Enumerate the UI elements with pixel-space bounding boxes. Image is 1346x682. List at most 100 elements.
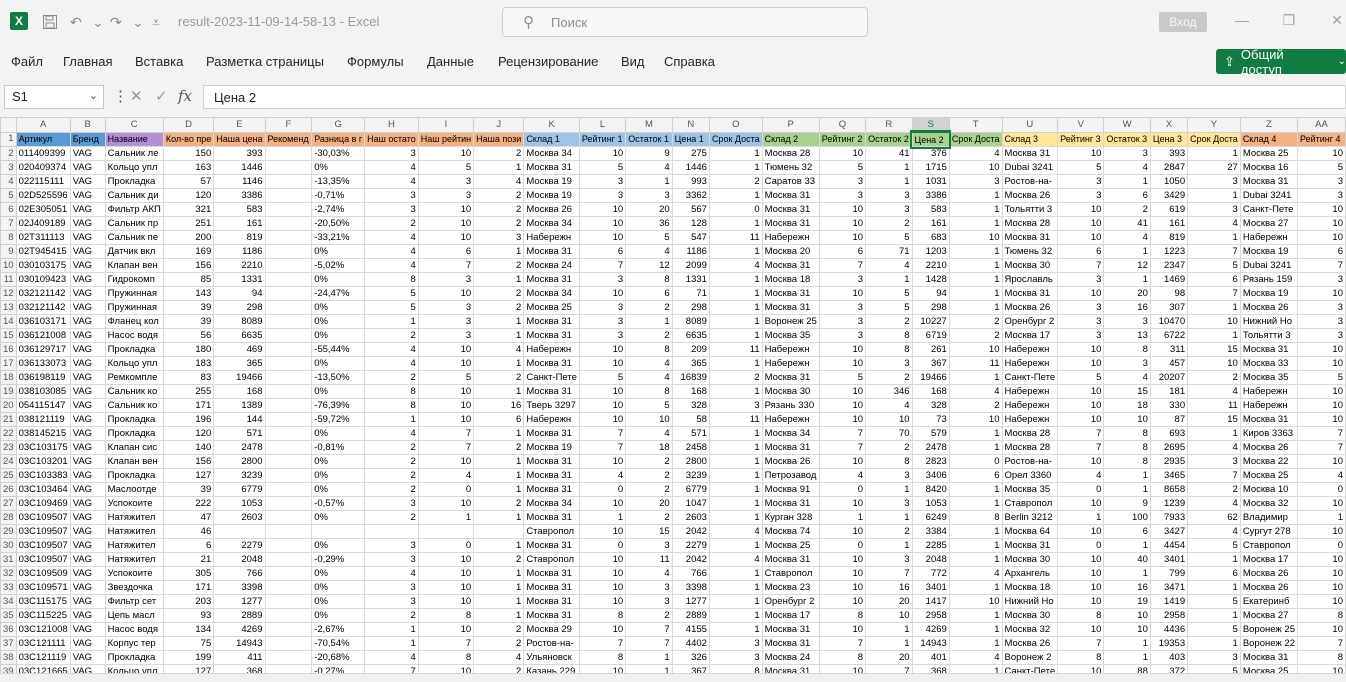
row-header[interactable]: 39 <box>0 664 17 673</box>
cell[interactable]: Ростов-на- <box>523 636 580 651</box>
cell[interactable]: 2 <box>473 440 525 455</box>
cell[interactable]: 1 <box>1103 468 1151 483</box>
restore-icon[interactable]: ❐ <box>1279 12 1299 32</box>
cell[interactable]: 10 <box>625 412 673 427</box>
cell[interactable]: 367 <box>671 664 710 673</box>
cell[interactable]: 02J409189 <box>15 216 71 231</box>
cell[interactable]: Москва 31 <box>1239 342 1298 357</box>
cell[interactable] <box>264 286 313 301</box>
cell[interactable]: 2 <box>625 300 673 315</box>
cell[interactable] <box>264 650 313 665</box>
cell[interactable]: Тюмень 32 <box>761 160 820 175</box>
cell[interactable]: 140 <box>162 440 215 455</box>
cell[interactable]: Пружинная <box>104 300 164 315</box>
share-button[interactable]: ⇪ Общий доступ ⌄ <box>1216 47 1346 77</box>
cell[interactable]: 4 <box>364 650 419 665</box>
cell[interactable]: Москва 26 <box>1239 566 1298 581</box>
cell[interactable]: 1 <box>865 510 913 525</box>
cell[interactable]: 20 <box>625 202 673 217</box>
cell[interactable]: 1 <box>865 272 913 287</box>
cell[interactable]: 14943 <box>911 636 950 651</box>
cell[interactable]: 8 <box>1103 342 1151 357</box>
header-cell[interactable]: Рейтинг 3 <box>1057 131 1105 147</box>
row-header[interactable]: 29 <box>0 524 17 539</box>
cell[interactable]: Москва 25 <box>1239 664 1298 673</box>
cell[interactable]: -0,27% <box>311 664 366 673</box>
cell[interactable]: 10 <box>578 622 627 637</box>
cell[interactable]: 6635 <box>671 328 710 343</box>
cell[interactable]: 6249 <box>911 510 950 525</box>
cell[interactable]: 261 <box>911 342 950 357</box>
cell[interactable]: 5 <box>417 160 475 175</box>
cell[interactable]: 038121119 <box>15 412 71 427</box>
cell[interactable]: 3 <box>417 188 475 203</box>
row-header[interactable]: 16 <box>0 342 17 357</box>
cell[interactable]: 7 <box>625 636 673 651</box>
cell[interactable]: 0 <box>1296 538 1346 553</box>
cell[interactable]: 3398 <box>671 580 710 595</box>
cell[interactable]: 0% <box>311 468 366 483</box>
cell[interactable]: 5 <box>1187 664 1241 673</box>
cell[interactable]: Москва 28 <box>761 146 820 161</box>
cell[interactable]: Тольятти 3 <box>1239 328 1298 343</box>
cell[interactable]: 3 <box>625 594 673 609</box>
cell[interactable]: 10 <box>1057 356 1105 371</box>
cell[interactable] <box>264 188 313 203</box>
cell[interactable]: Ставропол <box>1239 538 1298 553</box>
cell[interactable]: 298 <box>671 300 710 315</box>
cell[interactable]: Москва 20 <box>761 244 820 259</box>
cell[interactable]: 1 <box>948 636 1003 651</box>
cell[interactable]: Москва 19 <box>1239 286 1298 301</box>
cell[interactable]: Москва 31 <box>523 510 580 525</box>
cell[interactable]: -20,50% <box>311 216 366 231</box>
cell[interactable]: 10 <box>578 412 627 427</box>
cell[interactable]: 1277 <box>213 594 266 609</box>
tab-data[interactable]: Данные <box>427 54 474 69</box>
cell[interactable]: Москва 34 <box>523 216 580 231</box>
cell[interactable]: 1 <box>948 552 1003 567</box>
cell[interactable]: 1 <box>708 538 763 553</box>
cell[interactable]: 819 <box>213 230 266 245</box>
cell[interactable]: VAG <box>69 314 106 329</box>
cell[interactable]: 2 <box>364 328 419 343</box>
cell[interactable]: 03C109507 <box>15 552 71 567</box>
cell[interactable]: VAG <box>69 524 106 539</box>
sign-in-button[interactable]: Вход <box>1159 12 1207 32</box>
cell[interactable]: 3 <box>1296 328 1346 343</box>
cell[interactable]: 1 <box>948 524 1003 539</box>
cell[interactable]: Оренбург 2 <box>1001 314 1059 329</box>
cell[interactable]: 1 <box>708 510 763 525</box>
cell[interactable]: Москва 31 <box>523 580 580 595</box>
cell[interactable]: VAG <box>69 552 106 567</box>
cell[interactable]: 3 <box>818 314 867 329</box>
cell[interactable]: 1 <box>948 580 1003 595</box>
cell[interactable]: 168 <box>671 384 710 399</box>
cell[interactable]: 1 <box>473 328 525 343</box>
cell[interactable]: 1 <box>1057 510 1105 525</box>
cell[interactable]: 0% <box>311 300 366 315</box>
cell[interactable]: 03C121111 <box>15 636 71 651</box>
cell[interactable]: VAG <box>69 538 106 553</box>
cell[interactable]: -55,44% <box>311 342 366 357</box>
cell[interactable]: 10 <box>818 230 867 245</box>
cell[interactable]: 3386 <box>911 188 950 203</box>
cell[interactable]: Москва 25 <box>1239 468 1298 483</box>
cell[interactable]: 0% <box>311 384 366 399</box>
cell[interactable]: 7 <box>578 258 627 273</box>
cell[interactable]: Москва 32 <box>1239 496 1298 511</box>
cell[interactable]: 5 <box>818 160 867 175</box>
cell[interactable]: VAG <box>69 440 106 455</box>
cell[interactable]: 1 <box>708 566 763 581</box>
cell[interactable]: 4 <box>364 356 419 371</box>
cell[interactable]: -0,57% <box>311 496 366 511</box>
cell[interactable]: 328 <box>911 398 950 413</box>
cell[interactable]: 6 <box>1187 272 1241 287</box>
row-header[interactable]: 15 <box>0 328 17 343</box>
cell[interactable]: 2 <box>364 454 419 469</box>
cell[interactable]: 144 <box>213 412 266 427</box>
cell[interactable]: 10 <box>578 356 627 371</box>
cell[interactable]: 1 <box>1103 272 1151 287</box>
cell[interactable]: 62 <box>1187 510 1241 525</box>
cell[interactable]: 3 <box>865 202 913 217</box>
cell[interactable]: 10 <box>417 566 475 581</box>
